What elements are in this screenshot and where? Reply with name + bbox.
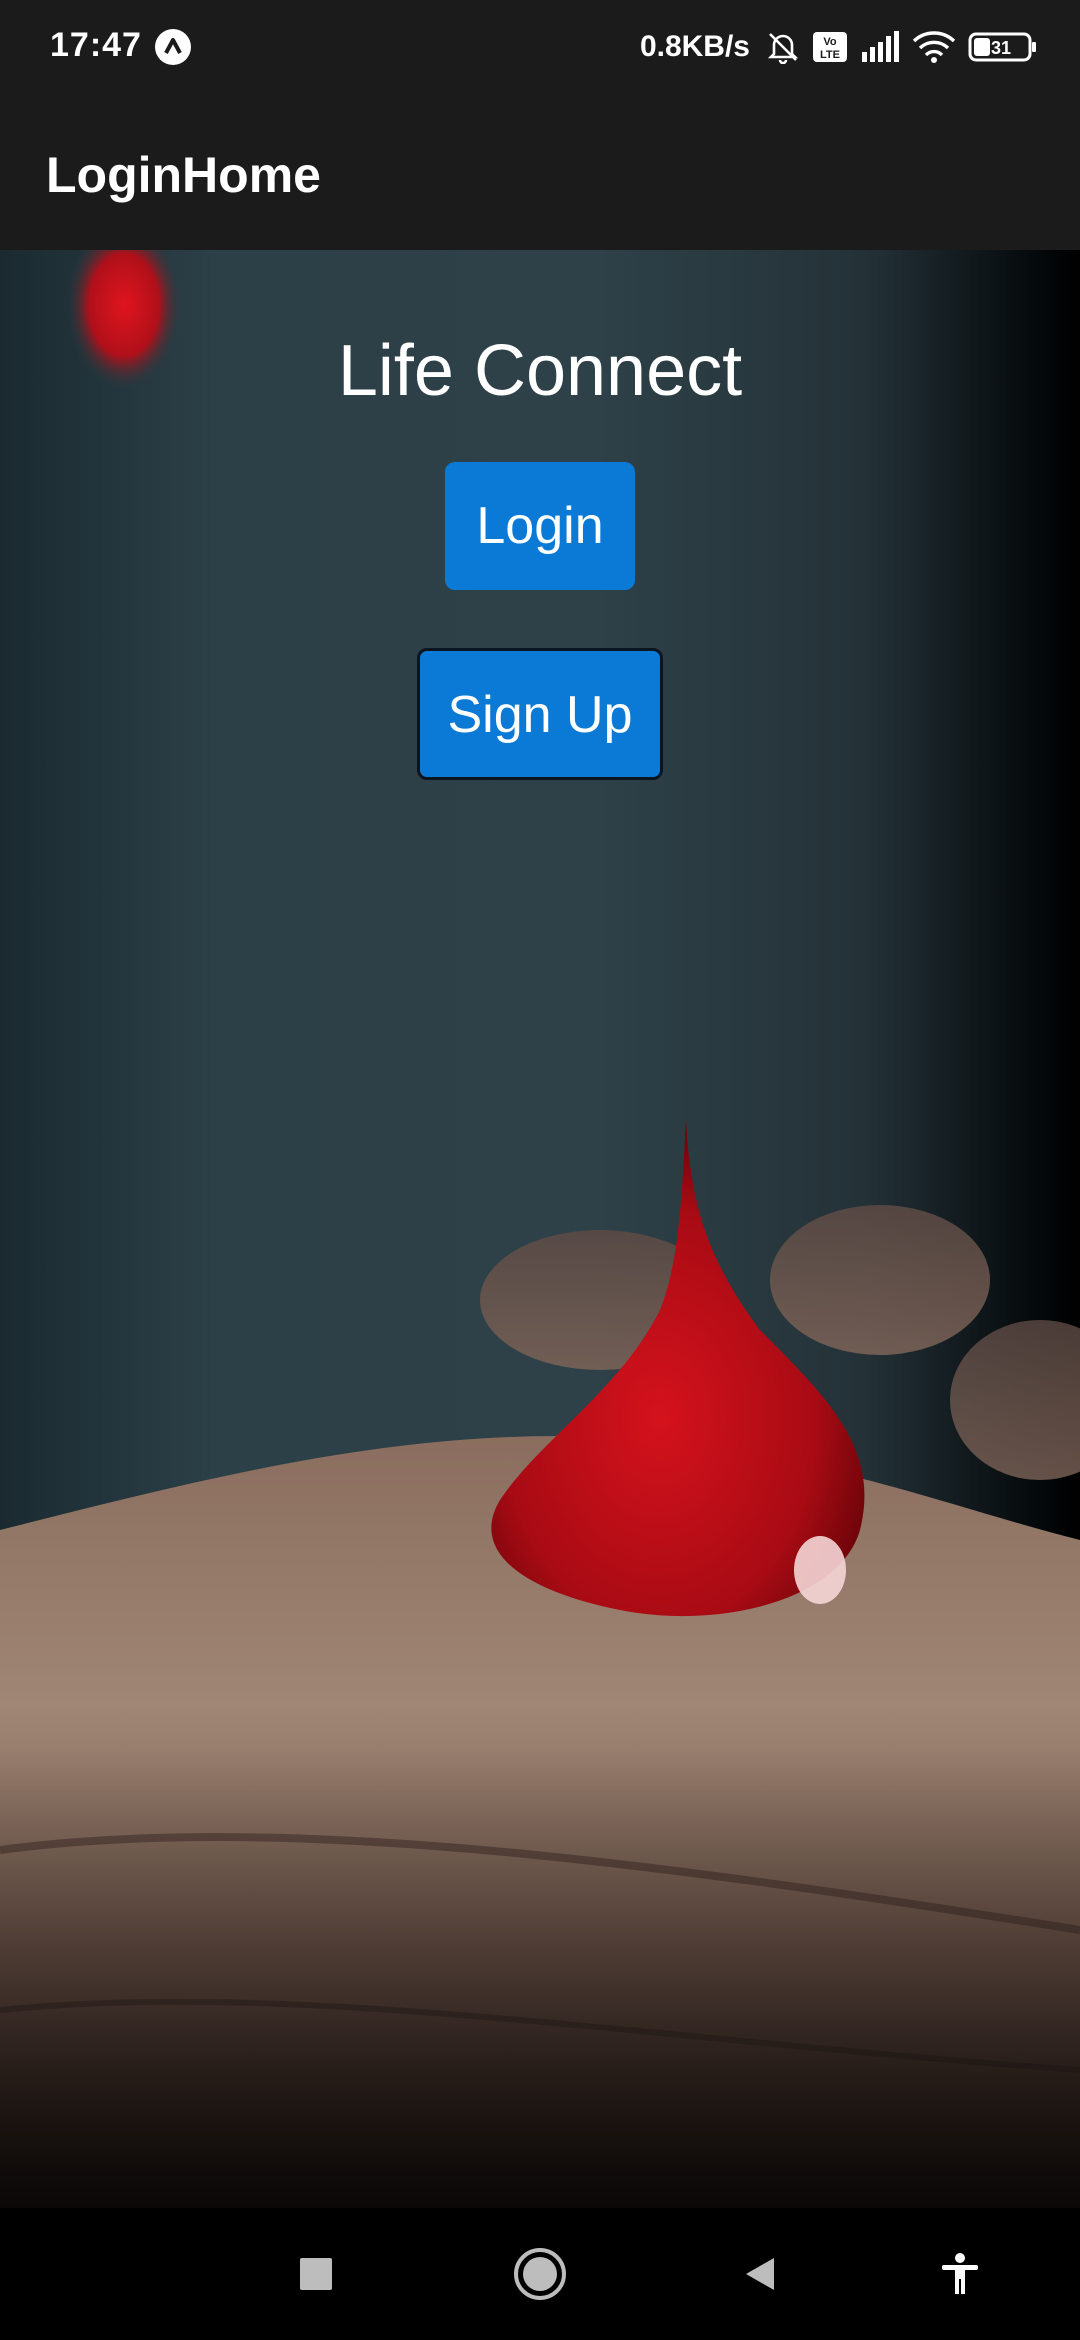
status-time: 17:47 (50, 26, 142, 64)
network-speed: 0.8KB/s (639, 30, 750, 63)
battery-icon: 31 (968, 30, 1038, 64)
app-bar: LoginHome (0, 96, 1080, 250)
back-icon[interactable] (724, 2238, 796, 2310)
recents-icon[interactable] (280, 2238, 352, 2310)
mute-bell-icon (766, 30, 800, 64)
navigation-bar (0, 2208, 1080, 2340)
login-button[interactable]: Login (445, 462, 635, 590)
app-headline: Life Connect (337, 331, 743, 411)
volte-icon: Vo LTE (812, 30, 848, 64)
home-icon[interactable] (504, 2238, 576, 2310)
accessibility-icon[interactable] (924, 2238, 996, 2310)
status-indicators: 0.8KB/s Vo LTE 31 (640, 22, 1038, 72)
svg-text:LTE: LTE (820, 49, 840, 61)
status-bar: 17:47 0.8KB/s Vo LTE 31 (0, 0, 1080, 96)
signup-button[interactable]: Sign Up (417, 648, 663, 780)
app-title: LoginHome (46, 147, 321, 203)
main-content: Life Connect Login Sign Up (0, 250, 1080, 2208)
screen: 17:47 0.8KB/s Vo LTE 31 LoginHome Life C… (0, 0, 1080, 2340)
battery-level: 31 (991, 38, 1011, 58)
wifi-icon (912, 30, 956, 64)
svg-text:Vo: Vo (823, 36, 837, 48)
signal-icon (860, 30, 900, 64)
app-notification-icon (154, 28, 192, 66)
